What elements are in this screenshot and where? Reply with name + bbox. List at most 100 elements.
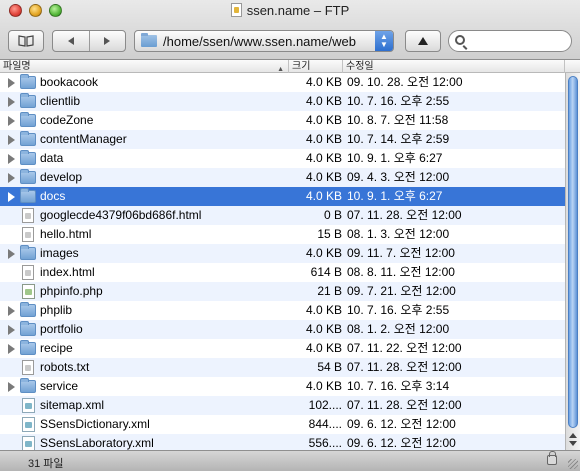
back-arrow-icon	[67, 37, 74, 45]
file-date: 10. 7. 14. 오후 2:59	[347, 132, 450, 146]
file-row[interactable]: SSensLaboratory.xml 556.... 09. 6. 12. 오전 …	[0, 434, 565, 450]
file-name: clientlib	[40, 94, 81, 108]
column-header-size[interactable]: 크기	[289, 60, 343, 73]
back-button[interactable]	[53, 31, 90, 51]
php-file-icon	[22, 284, 35, 299]
disclosure-triangle-icon[interactable]	[8, 173, 15, 183]
disclosure-triangle-icon[interactable]	[8, 116, 15, 126]
folder-icon	[20, 150, 36, 165]
popup-stepper-icon: ▲ ▼	[375, 31, 393, 51]
file-size: 4.0 KB	[305, 379, 342, 393]
file-size: 614 B	[310, 265, 342, 279]
column-header-name[interactable]: 파일명 ▲	[0, 60, 289, 73]
disclosure-triangle-icon[interactable]	[8, 154, 15, 164]
file-name: googlecde4379f06bd686f.html	[40, 208, 202, 222]
file-row[interactable]: phpinfo.php 21 B 09. 7. 21. 오전 12:00	[0, 282, 565, 301]
file-name: robots.txt	[40, 360, 90, 374]
file-row[interactable]: recipe 4.0 KB 07. 11. 22. 오전 12:00	[0, 339, 565, 358]
forward-button[interactable]	[90, 31, 126, 51]
file-row[interactable]: service 4.0 KB 10. 7. 16. 오후 3:14	[0, 377, 565, 396]
file-row[interactable]: index.html 614 B 08. 8. 11. 오전 12:00	[0, 263, 565, 282]
file-icon	[22, 360, 34, 375]
file-row[interactable]: contentManager 4.0 KB 10. 7. 14. 오후 2:59	[0, 130, 565, 149]
file-date: 10. 9. 1. 오후 6:27	[347, 151, 443, 165]
folder-icon	[20, 378, 36, 393]
disclosure-triangle-icon[interactable]	[8, 382, 15, 392]
disclosure-triangle-icon[interactable]	[8, 306, 15, 316]
folder-icon	[20, 93, 36, 108]
file-name: docs	[40, 189, 66, 203]
file-name: sitemap.xml	[40, 398, 105, 412]
bookmarks-button[interactable]	[8, 30, 44, 52]
file-name: contentManager	[40, 132, 127, 146]
status-bar: 31 파일	[0, 450, 580, 471]
item-count: 31 파일	[28, 458, 64, 470]
disclosure-triangle-icon[interactable]	[8, 325, 15, 335]
file-size: 556....	[308, 436, 342, 450]
file-row[interactable]: hello.html 15 B 08. 1. 3. 오전 12:00	[0, 225, 565, 244]
file-date: 07. 11. 28. 오전 12:00	[347, 360, 462, 374]
file-row[interactable]: bookacook 4.0 KB 09. 10. 28. 오전 12:00	[0, 73, 565, 92]
file-row[interactable]: develop 4.0 KB 09. 4. 3. 오전 12:00	[0, 168, 565, 187]
file-name: phpinfo.php	[40, 284, 103, 298]
document-icon	[230, 3, 242, 17]
disclosure-triangle-icon[interactable]	[8, 135, 15, 145]
file-date: 09. 11. 7. 오전 12:00	[347, 246, 455, 260]
file-row[interactable]: googlecde4379f06bd686f.html 0 B 07. 11. 28…	[0, 206, 565, 225]
column-header-date[interactable]: 수정일	[343, 60, 565, 73]
parent-folder-button[interactable]	[405, 30, 441, 52]
file-name: phplib	[40, 303, 73, 317]
file-size: 4.0 KB	[305, 341, 342, 355]
file-date: 10. 7. 16. 오후 2:55	[347, 303, 450, 317]
folder-icon	[20, 188, 36, 203]
file-row[interactable]: phplib 4.0 KB 10. 7. 16. 오후 2:55	[0, 301, 565, 320]
file-date: 08. 8. 11. 오전 12:00	[347, 265, 455, 279]
file-row[interactable]: clientlib 4.0 KB 10. 7. 16. 오후 2:55	[0, 92, 565, 111]
file-name: codeZone	[40, 113, 94, 127]
toolbar: /home/ssen/www.ssen.name/web ▲ ▼	[0, 24, 580, 58]
file-size: 54 B	[317, 360, 342, 374]
file-date: 09. 6. 12. 오전 12:00	[347, 436, 456, 450]
file-size: 4.0 KB	[305, 170, 342, 184]
file-row[interactable]: robots.txt 54 B 07. 11. 28. 오전 12:00	[0, 358, 565, 377]
vertical-scrollbar[interactable]	[565, 73, 580, 450]
file-date: 07. 11. 28. 오전 12:00	[347, 398, 462, 412]
file-row[interactable]: sitemap.xml 102.... 07. 11. 28. 오전 12:00	[0, 396, 565, 415]
folder-icon	[20, 340, 36, 355]
disclosure-triangle-icon[interactable]	[8, 192, 15, 202]
file-size: 4.0 KB	[305, 189, 342, 203]
file-name: SSensDictionary.xml	[40, 417, 150, 431]
file-size: 4.0 KB	[305, 151, 342, 165]
file-row[interactable]: data 4.0 KB 10. 9. 1. 오후 6:27	[0, 149, 565, 168]
file-row[interactable]: portfolio 4.0 KB 08. 1. 2. 오전 12:00	[0, 320, 565, 339]
disclosure-triangle-icon[interactable]	[8, 78, 15, 88]
scroll-down-arrow-icon[interactable]	[569, 441, 577, 446]
history-segmented-control	[52, 30, 126, 52]
scrollbar-thumb[interactable]	[568, 76, 578, 428]
scroll-up-arrow-icon[interactable]	[569, 433, 577, 438]
disclosure-triangle-icon[interactable]	[8, 97, 15, 107]
file-size: 0 B	[323, 208, 342, 222]
disclosure-triangle-icon[interactable]	[8, 344, 15, 354]
file-icon	[22, 208, 34, 223]
folder-icon	[20, 245, 36, 260]
resize-grip-icon[interactable]	[568, 459, 578, 469]
search-field[interactable]	[448, 30, 572, 52]
file-row[interactable]: docs 4.0 KB 10. 9. 1. 오후 6:27	[0, 187, 565, 206]
file-icon	[22, 265, 34, 280]
file-row[interactable]: SSensDictionary.xml 844.... 09. 6. 12. 오전 …	[0, 415, 565, 434]
file-date: 09. 4. 3. 오전 12:00	[347, 170, 450, 184]
path-text: /home/ssen/www.ssen.name/web	[163, 33, 356, 49]
file-size: 4.0 KB	[305, 322, 342, 336]
file-size: 21 B	[317, 284, 342, 298]
file-row[interactable]: images 4.0 KB 09. 11. 7. 오전 12:00	[0, 244, 565, 263]
ftp-window: ssen.name – FTP /home/ssen/www.ssen.name…	[0, 0, 580, 471]
file-size: 844....	[308, 417, 342, 431]
disclosure-triangle-icon[interactable]	[8, 249, 15, 259]
file-row[interactable]: codeZone 4.0 KB 10. 8. 7. 오전 11:58	[0, 111, 565, 130]
xml-file-icon	[22, 417, 35, 432]
file-name: recipe	[40, 341, 73, 355]
file-date: 09. 6. 12. 오전 12:00	[347, 417, 456, 431]
path-popup[interactable]: /home/ssen/www.ssen.name/web ▲ ▼	[134, 30, 394, 52]
folder-icon	[20, 112, 36, 127]
